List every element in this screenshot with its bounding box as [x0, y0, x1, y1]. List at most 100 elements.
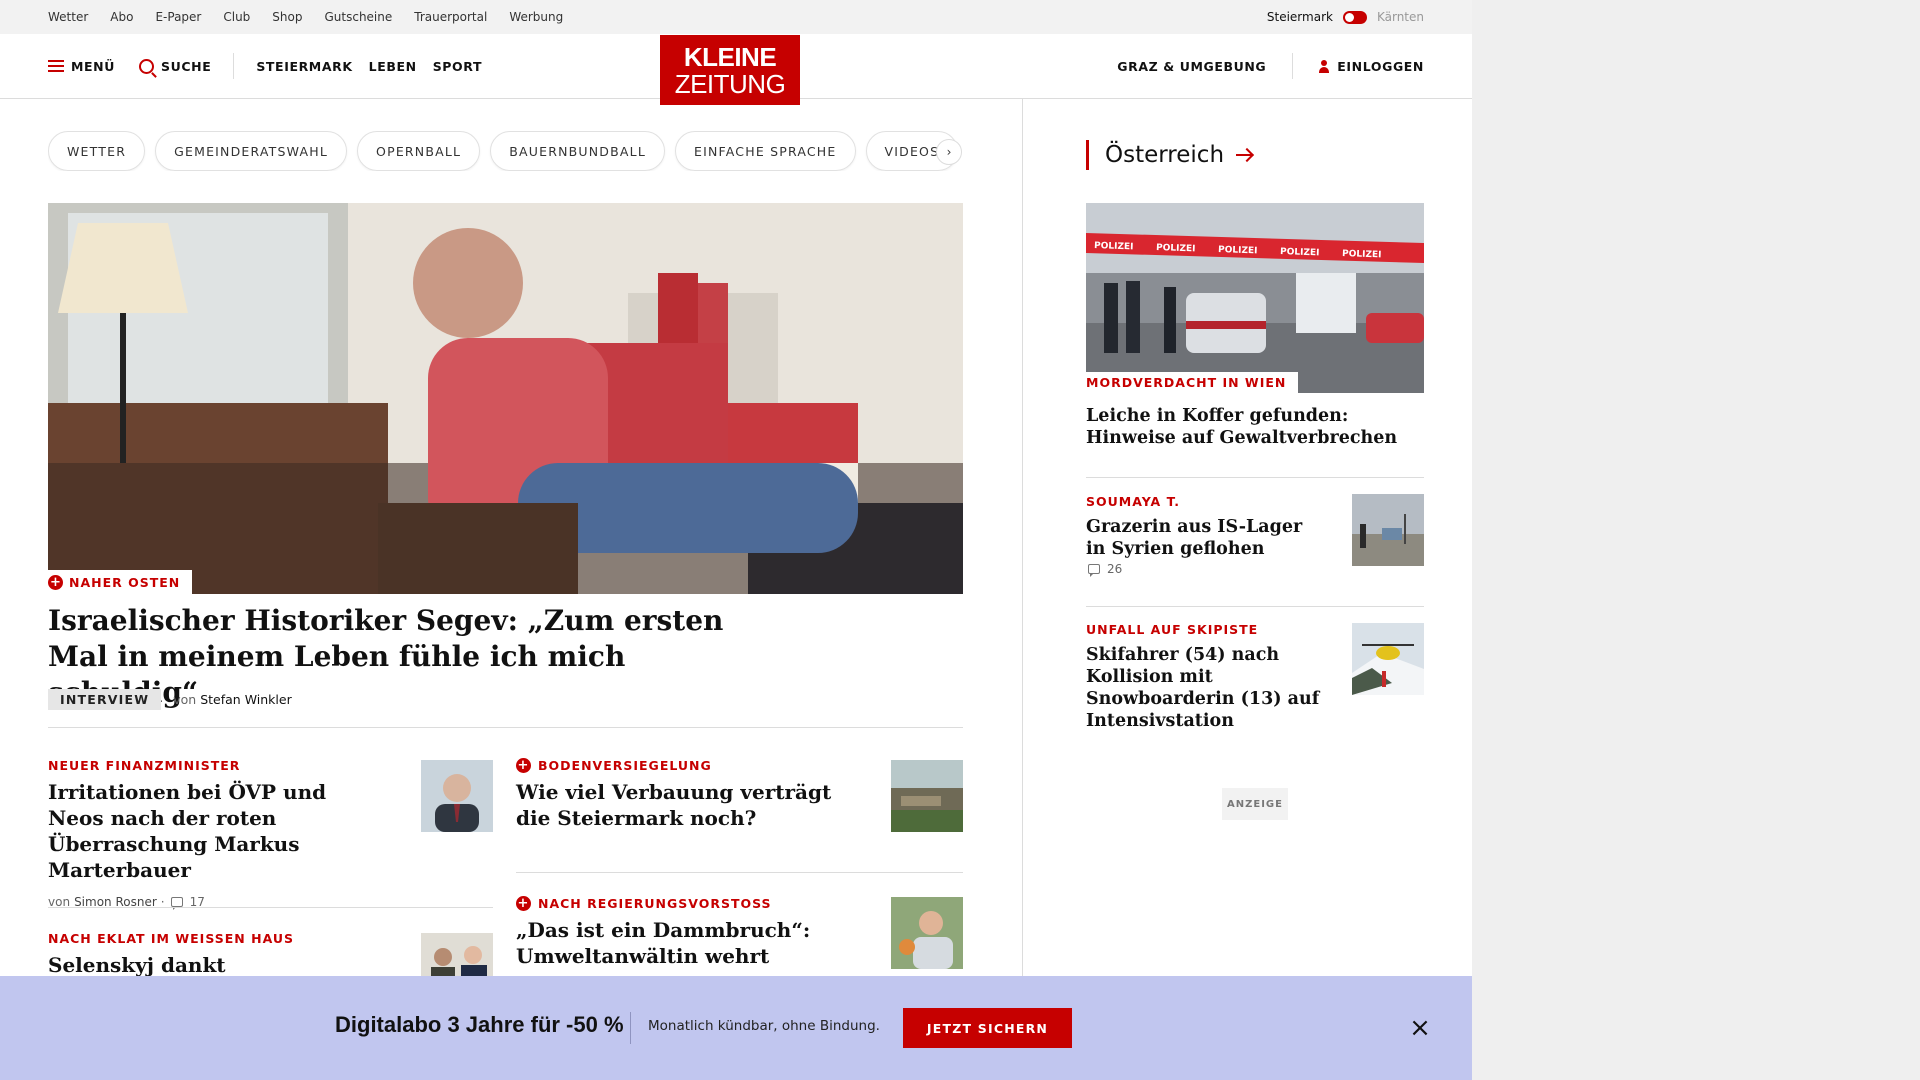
- article-title: Selenskyj dankt: [48, 953, 226, 977]
- utility-link-club[interactable]: Club: [223, 10, 250, 24]
- utility-link-wetter[interactable]: Wetter: [48, 10, 88, 24]
- police-tape-text: POLIZEI: [1280, 247, 1320, 258]
- article-divider: [48, 907, 493, 908]
- police-tape-text: POLIZEI: [1218, 245, 1258, 256]
- portrait-thumbnail: [421, 760, 493, 832]
- utility-link-abo[interactable]: Abo: [110, 10, 133, 24]
- sidebar-item-thumbnail[interactable]: [1352, 494, 1424, 566]
- byline-prefix: von: [173, 692, 197, 707]
- utility-link-gutscheine[interactable]: Gutscheine: [324, 10, 392, 24]
- sidebar-divider: [1086, 606, 1424, 607]
- person-thumbnail: [891, 897, 963, 969]
- hero-meta: INTERVIEW von Stefan Winkler: [48, 689, 292, 710]
- search-label: SUCHE: [161, 58, 212, 74]
- menu-button[interactable]: MENÜ: [48, 59, 115, 74]
- comment-count: 26: [1107, 562, 1123, 576]
- article-divider: [516, 872, 963, 873]
- sidebar-item-kicker: SOUMAYA T.: [1086, 494, 1180, 509]
- main-header: MENÜ SUCHE STEIERMARK LEBEN SPORT KLEINE…: [0, 34, 1472, 105]
- plus-icon: +: [516, 758, 531, 773]
- menu-icon: [48, 60, 64, 72]
- page-background: [1472, 0, 1920, 1080]
- police-tape-text: POLIZEI: [1342, 249, 1382, 260]
- utility-link-werbung[interactable]: Werbung: [509, 10, 563, 24]
- police-tape-text: POLIZEI: [1094, 241, 1134, 252]
- region-kaernten[interactable]: Kärnten: [1377, 10, 1424, 24]
- interview-badge: INTERVIEW: [48, 689, 162, 710]
- region-steiermark[interactable]: Steiermark: [1267, 10, 1333, 24]
- login-link[interactable]: EINLOGGEN: [1337, 59, 1424, 74]
- article-thumbnail[interactable]: [421, 760, 493, 832]
- article-thumbnail[interactable]: [891, 760, 963, 832]
- article-dammbruch[interactable]: + NACH REGIERUNGSVORSTOSS „Das ist ein Da…: [516, 896, 846, 969]
- header-left: MENÜ SUCHE STEIERMARK LEBEN SPORT: [48, 34, 482, 98]
- comment-icon: [1088, 564, 1100, 577]
- sidebar-lead-title[interactable]: Leiche in Koffer gefunden: Hinweise auf …: [1086, 405, 1406, 449]
- promo-text: Monatlich kündbar, ohne Bindung.: [648, 1018, 880, 1034]
- article-kicker: BODENVERSIEGELUNG: [538, 758, 712, 773]
- article-selenskyj[interactable]: NACH EKLAT IM WEISSEN HAUS Selenskyj dan…: [48, 931, 378, 978]
- article-kicker: NEUER FINANZMINISTER: [48, 758, 241, 773]
- article-title: „Das ist ein Dammbruch“: Umweltanwältin …: [516, 918, 811, 968]
- column-divider: [1022, 98, 1023, 978]
- police-scene-illustration: POLIZEI POLIZEI POLIZEI POLIZEI POLIZEI: [1086, 203, 1424, 393]
- hero-author[interactable]: Stefan Winkler: [200, 692, 292, 707]
- article-kicker: NACH REGIERUNGSVORSTOSS: [538, 896, 772, 911]
- nav-leben[interactable]: LEBEN: [369, 59, 417, 74]
- location-link[interactable]: GRAZ & UMGEBUNG: [1117, 59, 1266, 74]
- chip-opernball[interactable]: OPERNBALL: [357, 131, 481, 171]
- website: Wetter Abo E-Paper Club Shop Gutscheine …: [0, 0, 1472, 1080]
- article-kicker: NACH EKLAT IM WEISSEN HAUS: [48, 931, 295, 946]
- utility-bar: Wetter Abo E-Paper Club Shop Gutscheine …: [0, 0, 1472, 34]
- utility-link-trauerportal[interactable]: Trauerportal: [414, 10, 487, 24]
- region-toggle[interactable]: [1342, 10, 1367, 24]
- article-thumbnail[interactable]: [891, 897, 963, 969]
- police-tape-text: POLIZEI: [1156, 243, 1196, 254]
- sidebar-item-title[interactable]: Skifahrer (54) nach Kollision mit Snowbo…: [1086, 644, 1336, 732]
- chip-einfache-sprache[interactable]: EINFACHE SPRACHE: [674, 131, 856, 171]
- arrow-right-icon: [1236, 154, 1253, 156]
- header-divider-right: [1292, 53, 1294, 79]
- utility-link-epaper[interactable]: E-Paper: [155, 10, 201, 24]
- sidebar-item-thumbnail[interactable]: [1352, 623, 1424, 695]
- topic-chips: WETTER GEMEINDERATSWAHL OPERNBALL BAUERN…: [48, 131, 966, 171]
- sidebar-item-meta: 26: [1086, 562, 1123, 577]
- chip-gemeinderatswahl[interactable]: GEMEINDERATSWAHL: [155, 131, 348, 171]
- site-logo[interactable]: KLEINE ZEITUNG: [660, 35, 800, 105]
- sidebar-heading-text: Österreich: [1105, 142, 1225, 168]
- article-finanzminister[interactable]: NEUER FINANZMINISTER Irritationen bei ÖV…: [48, 758, 378, 910]
- article-bodenversiegelung[interactable]: + BODENVERSIEGELUNG Wie viel Verbauung ve…: [516, 758, 846, 831]
- sidebar-lead-image[interactable]: POLIZEI POLIZEI POLIZEI POLIZEI POLIZEI: [1086, 203, 1424, 393]
- promo-title: Digitalabo 3 Jahre für -50 %: [335, 1012, 624, 1037]
- nav-steiermark[interactable]: STEIERMARK: [256, 59, 352, 74]
- section-divider: [48, 727, 963, 728]
- region-switch: Steiermark Kärnten: [1267, 0, 1424, 34]
- nav-sport[interactable]: SPORT: [433, 59, 482, 74]
- sidebar-item-title[interactable]: Grazerin aus IS-Lager in Syrien geflohen: [1086, 516, 1306, 560]
- hero-kicker-text: NAHER OSTEN: [69, 574, 181, 590]
- landscape-thumbnail: [891, 760, 963, 832]
- hero-kicker: + NAHER OSTEN: [48, 570, 193, 594]
- chips-next-arrow-icon[interactable]: ›: [936, 139, 962, 165]
- chip-bauernbundball[interactable]: BAUERNBUNDBALL: [490, 131, 665, 171]
- sidebar-heading[interactable]: Österreich: [1086, 140, 1253, 170]
- utility-links: Wetter Abo E-Paper Club Shop Gutscheine …: [48, 0, 563, 34]
- close-icon[interactable]: ×: [1408, 1015, 1432, 1041]
- search-button[interactable]: SUCHE: [139, 58, 212, 74]
- sidebar-item-kicker: UNFALL AUF SKIPISTE: [1086, 622, 1259, 637]
- helicopter-thumbnail: [1352, 623, 1424, 695]
- comment-icon: [170, 897, 183, 910]
- article-title: Wie viel Verbauung verträgt die Steierma…: [516, 780, 832, 830]
- ad-label: ANZEIGE: [1222, 788, 1288, 820]
- header-right: GRAZ & UMGEBUNG EINLOGGEN: [1117, 34, 1424, 98]
- sidebar-lead-kicker: MORDVERDACHT IN WIEN: [1086, 372, 1299, 393]
- promo-cta-button[interactable]: JETZT SICHERN: [903, 1008, 1072, 1048]
- utility-link-shop[interactable]: Shop: [272, 10, 302, 24]
- menu-label: MENÜ: [71, 58, 115, 74]
- logo-line2: ZEITUNG: [674, 69, 786, 99]
- chip-wetter[interactable]: WETTER: [48, 131, 146, 171]
- camp-thumbnail: [1352, 494, 1424, 566]
- hero-image[interactable]: [48, 203, 963, 594]
- sidebar-divider: [1086, 477, 1424, 478]
- promo-divider: [630, 1012, 631, 1044]
